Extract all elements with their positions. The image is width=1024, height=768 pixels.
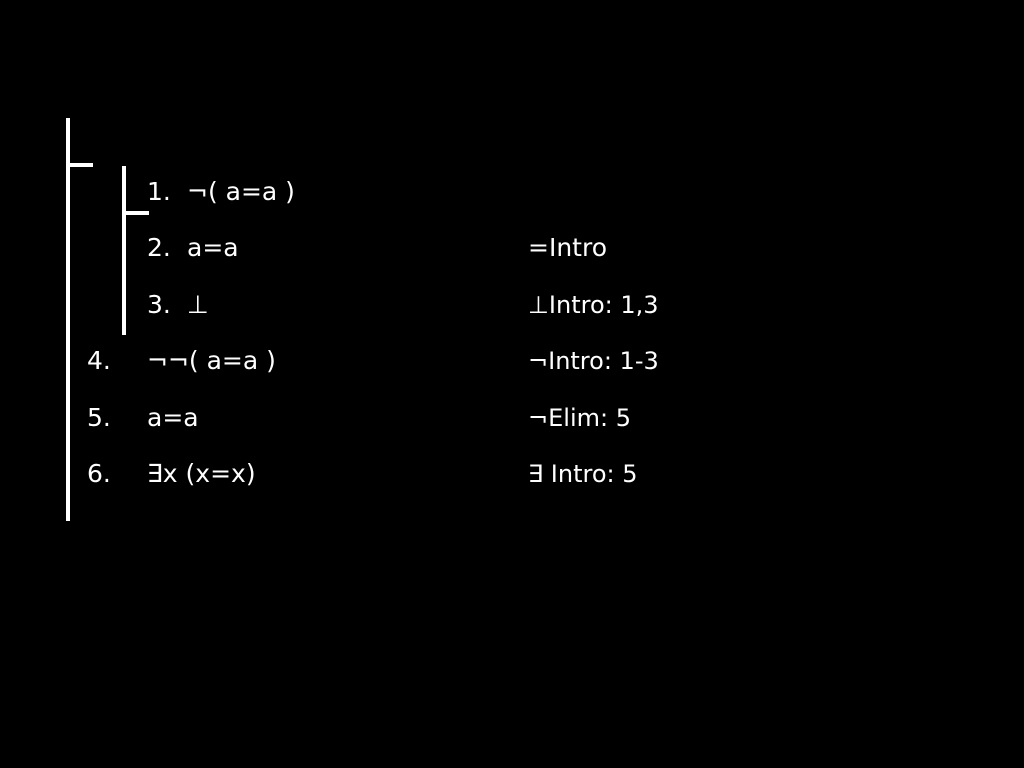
line-formula: ⊥	[187, 290, 209, 319]
subproof-scope-bar	[122, 166, 126, 335]
line-formula: ¬¬( a=a )	[147, 346, 276, 375]
line-formula: ∃x (x=x)	[147, 459, 256, 488]
line-justification: ∃ Intro: 5	[528, 460, 638, 488]
line-formula: a=a	[187, 233, 239, 262]
line-number: 3.	[147, 290, 171, 319]
line-justification: ¬Intro: 1-3	[528, 347, 659, 375]
line-number: 6.	[87, 459, 111, 488]
slide: 1. ¬( a=a ) 2. a=a =Intro 3. ⊥ ⊥Intro: 1…	[0, 0, 1024, 768]
line-justification: =Intro	[528, 233, 607, 262]
line-formula: ¬( a=a )	[187, 177, 295, 206]
line-justification: ⊥Intro: 1,3	[528, 291, 659, 319]
line-number: 1.	[147, 177, 171, 206]
outer-premise-line	[66, 163, 93, 167]
subproof-assumption-line	[122, 211, 149, 215]
line-number: 2.	[147, 233, 171, 262]
line-justification: ¬Elim: 5	[528, 404, 631, 432]
line-number: 4.	[87, 346, 111, 375]
line-number: 5.	[87, 403, 111, 432]
outer-scope-bar	[66, 118, 70, 521]
line-formula: a=a	[147, 403, 199, 432]
